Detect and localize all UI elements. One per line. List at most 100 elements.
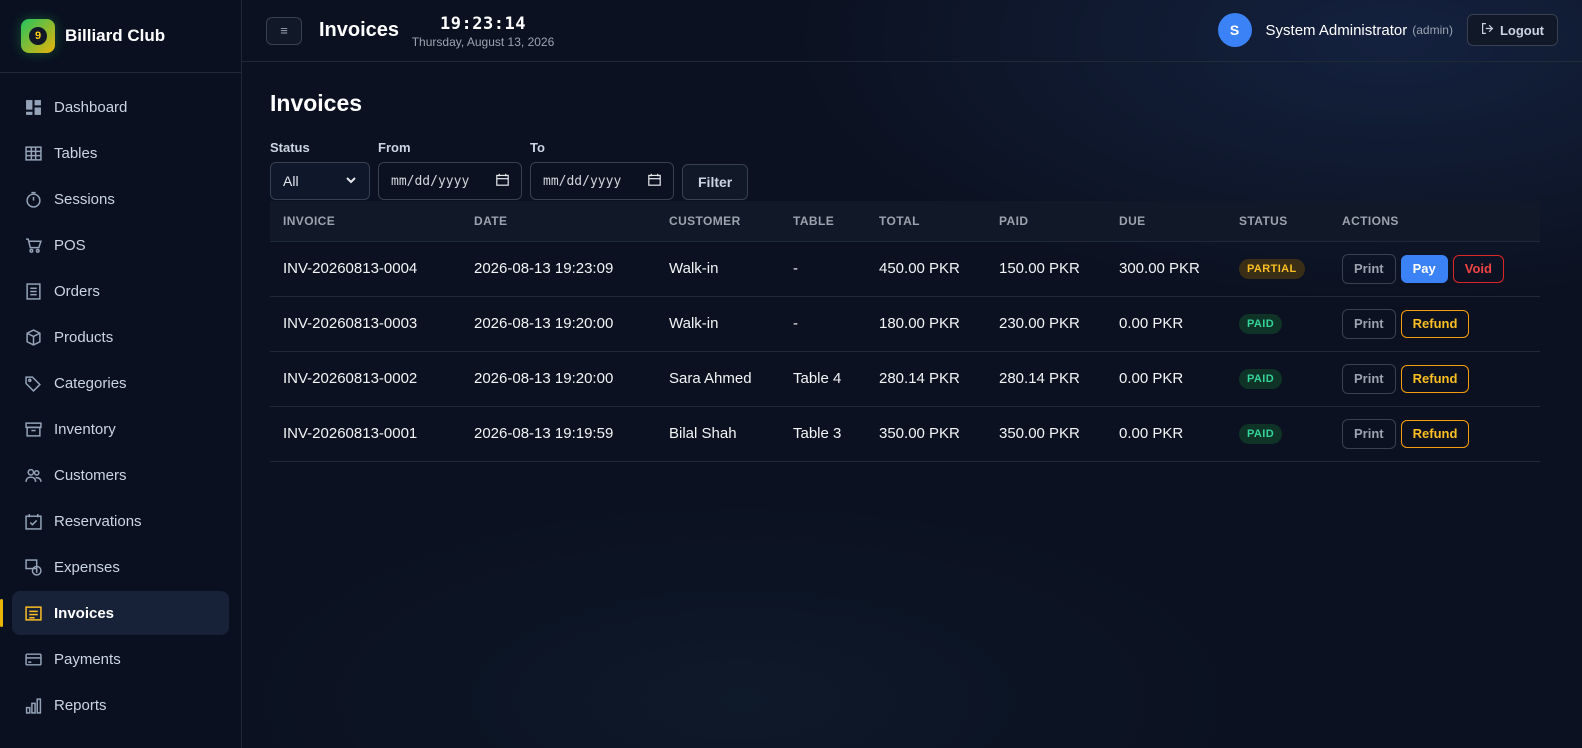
invoice-due: 300.00 PKR — [1106, 241, 1226, 297]
box-icon — [24, 328, 42, 346]
hamburger-icon: ≡ — [280, 23, 288, 38]
sidebar-item-sessions[interactable]: Sessions — [12, 177, 229, 221]
calendar-check-icon — [24, 512, 42, 530]
void-button[interactable]: Void — [1452, 254, 1504, 283]
invoice-number: INV-20260813-0002 — [270, 351, 461, 407]
header-title: Invoices — [319, 19, 400, 41]
sidebar-item-orders[interactable]: Orders — [12, 269, 229, 313]
to-filter-group: To mm/dd/yyyy — [530, 140, 674, 200]
column-header-status[interactable]: STATUS — [1226, 201, 1329, 242]
menu-toggle-button[interactable]: ≡ — [266, 16, 302, 45]
row-actions: Print Pay Void — [1342, 253, 1540, 284]
column-header-customer[interactable]: CUSTOMER — [656, 201, 780, 242]
column-header-invoice[interactable]: INVOICE — [270, 201, 461, 242]
sidebar-item-label: Products — [54, 328, 114, 346]
sidebar-item-label: Sessions — [54, 190, 115, 208]
sidebar-item-label: Expenses — [54, 558, 120, 576]
invoice-status-cell: PAID — [1226, 351, 1329, 407]
to-date-placeholder: mm/dd/yyyy — [543, 173, 622, 189]
sidebar-item-label: Invoices — [54, 604, 115, 622]
sidebar-item-expenses[interactable]: Expenses — [12, 545, 229, 589]
sidebar-nav: Dashboard Tables Sessions POS Orders Pro… — [0, 73, 241, 727]
sidebar-item-label: POS — [54, 236, 86, 254]
to-date-input[interactable]: mm/dd/yyyy — [530, 162, 674, 200]
chevron-down-icon — [345, 173, 357, 189]
column-header-date[interactable]: DATE — [461, 201, 656, 242]
user-name: System Administrator — [1265, 21, 1408, 39]
from-label: From — [378, 140, 411, 155]
sidebar-item-reports[interactable]: Reports — [12, 683, 229, 727]
invoice-icon — [24, 604, 42, 622]
invoice-customer: Walk-in — [656, 241, 780, 297]
column-header-table[interactable]: TABLE — [780, 201, 866, 242]
status-badge: PARTIAL — [1239, 258, 1305, 279]
refund-button[interactable]: Refund — [1400, 309, 1470, 338]
calendar-icon[interactable] — [496, 173, 509, 190]
sidebar-item-label: Reports — [54, 696, 107, 714]
invoice-due: 0.00 PKR — [1106, 406, 1226, 462]
invoice-total: 180.00 PKR — [866, 296, 986, 352]
sidebar-item-inventory[interactable]: Inventory — [12, 407, 229, 451]
brand[interactable]: 9 Billiard Club — [0, 0, 241, 73]
print-button[interactable]: Print — [1342, 363, 1396, 394]
user-role: (admin) — [1412, 23, 1453, 37]
invoice-status-cell: PAID — [1226, 406, 1329, 462]
sidebar-item-label: Inventory — [54, 420, 116, 438]
sidebar-item-categories[interactable]: Categories — [12, 361, 229, 405]
sidebar-item-payments[interactable]: Payments — [12, 637, 229, 681]
calendar-icon[interactable] — [648, 173, 661, 190]
column-header-due[interactable]: DUE — [1106, 201, 1226, 242]
sidebar-item-pos[interactable]: POS — [12, 223, 229, 267]
sidebar-item-customers[interactable]: Customers — [12, 453, 229, 497]
print-button[interactable]: Print — [1342, 418, 1396, 449]
sidebar-item-invoices[interactable]: Invoices — [0, 591, 229, 635]
sidebar-item-products[interactable]: Products — [12, 315, 229, 359]
pay-button[interactable]: Pay — [1400, 254, 1448, 283]
invoice-paid: 150.00 PKR — [986, 241, 1106, 297]
from-date-input[interactable]: mm/dd/yyyy — [378, 162, 522, 200]
logout-button[interactable]: Logout — [1466, 14, 1558, 46]
invoice-number: INV-20260813-0003 — [270, 296, 461, 352]
sidebar-item-reservations[interactable]: Reservations — [12, 499, 229, 543]
refund-button[interactable]: Refund — [1400, 419, 1470, 448]
status-badge: PAID — [1239, 313, 1283, 334]
cart-icon — [24, 236, 42, 254]
row-actions: Print Refund — [1342, 308, 1540, 339]
cash-coin-icon — [24, 558, 42, 576]
invoice-customer: Sara Ahmed — [656, 351, 780, 407]
status-select[interactable]: All — [270, 162, 370, 200]
sidebar-item-tables[interactable]: Tables — [12, 131, 229, 175]
print-button[interactable]: Print — [1342, 308, 1396, 339]
sidebar-item-label: Orders — [54, 282, 100, 300]
invoice-paid: 230.00 PKR — [986, 296, 1106, 352]
table-row: INV-20260813-0003 2026-08-13 19:20:00 Wa… — [270, 296, 1540, 352]
invoice-actions-cell: Print Refund — [1329, 406, 1540, 462]
sidebar-item-label: Reservations — [54, 512, 142, 530]
row-actions: Print Refund — [1342, 363, 1540, 394]
main-area: ≡ Invoices 19:23:14 Thursday, August 13,… — [242, 0, 1582, 748]
to-label: To — [530, 140, 545, 155]
sidebar-item-dashboard[interactable]: Dashboard — [12, 85, 229, 129]
filter-button[interactable]: Filter — [682, 164, 749, 200]
invoice-customer: Bilal Shah — [656, 406, 780, 462]
invoice-total: 280.14 PKR — [866, 351, 986, 407]
column-header-total[interactable]: TOTAL — [866, 201, 986, 242]
print-button[interactable]: Print — [1342, 253, 1396, 284]
status-filter-group: Status All — [270, 140, 370, 200]
receipt-icon — [24, 282, 42, 300]
clock: 19:23:14 Thursday, August 13, 2026 — [410, 14, 556, 49]
refund-button[interactable]: Refund — [1400, 364, 1470, 393]
table-grid-icon — [24, 144, 42, 162]
invoice-table: - — [780, 296, 866, 352]
table-header-row: INVOICE DATE CUSTOMER TABLE TOTAL PAID D… — [270, 201, 1540, 242]
logout-icon — [1481, 22, 1494, 38]
page-title: Invoices — [270, 90, 363, 116]
invoice-table: Table 3 — [780, 406, 866, 462]
invoice-due: 0.00 PKR — [1106, 351, 1226, 407]
invoice-number: INV-20260813-0004 — [270, 241, 461, 297]
invoice-number: INV-20260813-0001 — [270, 406, 461, 462]
invoice-table: - — [780, 241, 866, 297]
column-header-paid[interactable]: PAID — [986, 201, 1106, 242]
avatar[interactable]: S — [1217, 13, 1252, 47]
sidebar-item-label: Categories — [54, 374, 127, 392]
